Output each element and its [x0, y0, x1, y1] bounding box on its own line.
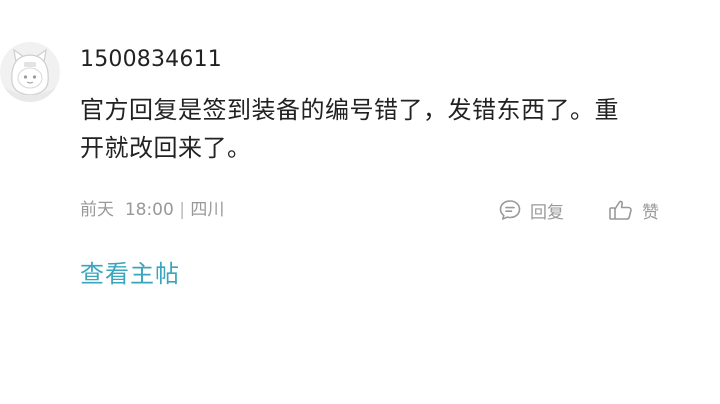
comment-location: 四川 [190, 200, 225, 220]
username[interactable]: 1500834611 [80, 42, 222, 78]
like-label: 赞 [642, 202, 659, 223]
reply-card: 1500834611 官方回复是签到装备的编号错了，发错东西了。重开就改回来了。… [0, 0, 720, 404]
reply-label: 回复 [530, 202, 564, 223]
reply-button[interactable]: 回复 [498, 196, 564, 224]
comment-date: 前天 [80, 200, 114, 220]
view-main-post-link[interactable]: 查看主帖 [80, 256, 180, 292]
like-button[interactable]: 赞 [608, 196, 659, 224]
thumbs-up-icon [609, 200, 632, 220]
comment-bubble-icon [499, 200, 521, 220]
meta-separator: | [179, 200, 185, 220]
default-avatar-icon [0, 42, 60, 102]
avatar[interactable] [0, 42, 60, 102]
comment-meta: 前天 18:00 | 四川 [80, 196, 224, 224]
comment-time: 18:00 [124, 200, 174, 220]
comment-content: 官方回复是签到装备的编号错了，发错东西了。重开就改回来了。 [80, 96, 619, 162]
